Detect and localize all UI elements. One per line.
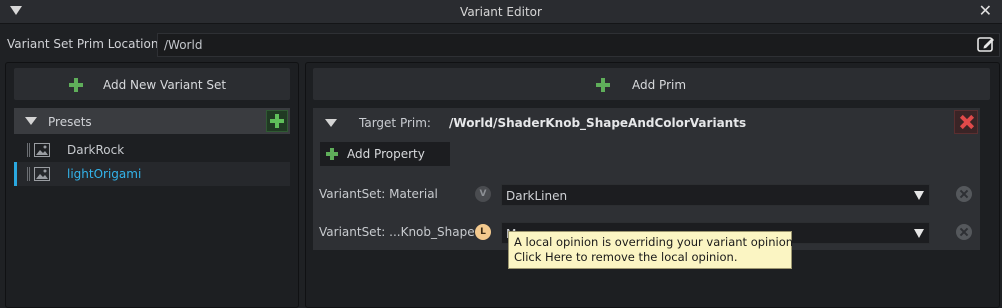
local-opinion-badge[interactable]: L: [475, 224, 491, 240]
edit-icon[interactable]: [977, 36, 995, 52]
variant-item-darkrock[interactable]: DarkRock: [14, 138, 290, 162]
tooltip-line-1: A local opinion is overriding your varia…: [514, 235, 794, 249]
drag-handle-icon[interactable]: [27, 167, 30, 181]
variant-item-lightorigami[interactable]: lightOrigami: [14, 162, 290, 186]
drag-handle-icon[interactable]: [27, 143, 30, 157]
variantset-label: VariantSet: Material: [319, 187, 438, 201]
variantset-row-material: VariantSet: Material V DarkLinen: [313, 183, 980, 207]
variant-set-header[interactable]: Presets: [14, 108, 290, 134]
add-variant-button[interactable]: [266, 110, 288, 132]
chevron-down-icon: [914, 229, 924, 238]
target-prim-card: Target Prim: /World/ShaderKnob_ShapeAndC…: [313, 108, 980, 250]
remove-variantset-button[interactable]: [956, 186, 972, 202]
plus-icon: [69, 78, 83, 92]
prim-location-row: Variant Set Prim Location /World: [0, 31, 1002, 57]
prim-location-field[interactable]: /World: [157, 33, 1000, 57]
variant-select[interactable]: DarkLinen: [501, 184, 930, 206]
add-property-label: Add Property: [347, 147, 425, 161]
variant-select-value: DarkLinen: [506, 189, 568, 203]
plus-icon: [596, 78, 610, 92]
chevron-down-icon: [914, 191, 924, 200]
window-title: Variant Editor: [460, 5, 542, 19]
delete-prim-button[interactable]: [954, 110, 978, 134]
tooltip-line-2: Click Here to remove the local opinion.: [514, 250, 738, 264]
variant-name: lightOrigami: [67, 167, 142, 181]
add-prim-button[interactable]: Add Prim: [313, 68, 990, 100]
variant-sets-panel: Add New Variant Set Presets DarkRock lig…: [5, 62, 299, 308]
add-prim-label: Add Prim: [632, 78, 687, 92]
variant-set-name: Presets: [48, 115, 92, 129]
expand-triangle-icon[interactable]: [25, 117, 37, 125]
title-bar: Variant Editor ✕: [0, 0, 1002, 24]
prims-panel: Add Prim Target Prim: /World/ShaderKnob_…: [305, 62, 1000, 308]
prim-location-label: Variant Set Prim Location: [7, 37, 159, 51]
remove-variantset-button[interactable]: [956, 224, 972, 240]
add-variant-set-label: Add New Variant Set: [103, 78, 227, 92]
target-prim-path: /World/ShaderKnob_ShapeAndColorVariants: [449, 116, 747, 130]
variant-name: DarkRock: [67, 143, 125, 157]
close-icon[interactable]: ✕: [979, 3, 992, 19]
expand-triangle-icon[interactable]: [325, 119, 337, 127]
selection-indicator: [14, 162, 17, 186]
image-icon: [34, 167, 50, 181]
add-variant-set-button[interactable]: Add New Variant Set: [14, 68, 290, 100]
local-opinion-tooltip[interactable]: A local opinion is overriding your varia…: [508, 231, 794, 269]
add-property-button[interactable]: Add Property: [320, 142, 450, 166]
target-prim-label: Target Prim:: [359, 116, 431, 130]
variant-opinion-badge: V: [475, 186, 491, 202]
image-icon: [34, 143, 50, 157]
variantset-label: VariantSet: ...Knob_Shape: [319, 225, 475, 239]
plus-icon: [326, 148, 338, 160]
